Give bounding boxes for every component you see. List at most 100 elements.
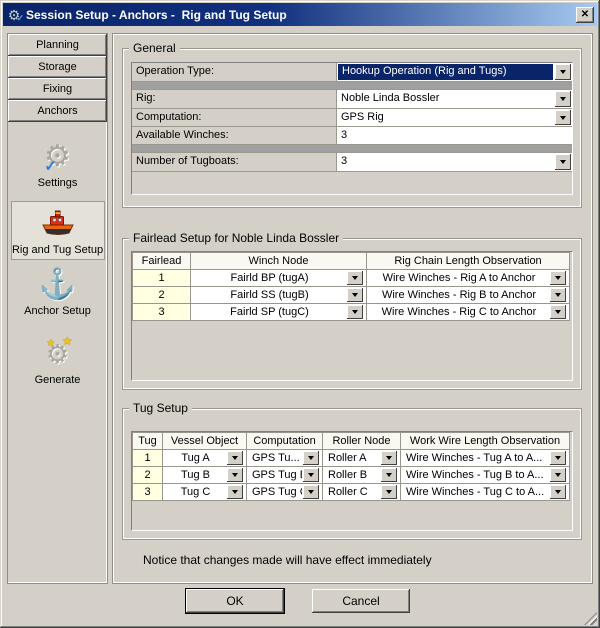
rig-chain-obs-col-header: Rig Chain Length Observation: [367, 253, 570, 270]
chevron-down-icon[interactable]: [347, 288, 363, 302]
chevron-down-icon[interactable]: [555, 110, 571, 125]
sidebar-item-label: Settings: [38, 177, 78, 189]
vessel-object-dropdown[interactable]: Tug C: [163, 484, 247, 501]
sidebar-item-settings[interactable]: ⚙ ✓ Settings: [11, 134, 105, 193]
roller-node-dropdown[interactable]: Roller A: [323, 450, 401, 467]
winch-node-dropdown[interactable]: Fairld SS (tugB): [191, 287, 367, 304]
rig-chain-obs-dropdown[interactable]: Wire Winches - Rig B to Anchor: [367, 287, 570, 304]
chevron-down-icon[interactable]: [550, 451, 566, 465]
tug-row: 3 Tug C GPS Tug C Roller C Wire Winches …: [133, 484, 570, 501]
cancel-button[interactable]: Cancel: [312, 589, 410, 613]
vessel-object-dropdown[interactable]: Tug B: [163, 467, 247, 484]
general-group-title: General: [129, 41, 180, 55]
number-of-tugboats-value: 3: [337, 153, 554, 171]
operation-type-value: Hookup Operation (Rig and Tugs): [338, 64, 553, 80]
sidebar-item-label: Anchor Setup: [24, 305, 91, 317]
work-wire-obs-col-header: Work Wire Length Observation: [401, 433, 570, 450]
operation-type-dropdown[interactable]: Hookup Operation (Rig and Tugs): [337, 63, 572, 81]
gear-stars-icon: ⚙ ★ ★: [46, 336, 69, 372]
sidebar: Planning Storage Fixing Anchors ⚙ ✓ Sett…: [7, 33, 108, 584]
notice-text: Notice that changes made will have effec…: [143, 553, 432, 567]
fairlead-row: 1 Fairld BP (tugA) Wire Winches - Rig A …: [133, 270, 570, 287]
fairlead-number: 3: [133, 304, 191, 321]
tug-number: 1: [133, 450, 163, 467]
roller-node-dropdown[interactable]: Roller C: [323, 484, 401, 501]
work-wire-obs-dropdown[interactable]: Wire Winches - Tug C to A...: [401, 484, 570, 501]
tug-col-header: Tug: [133, 433, 163, 450]
main-panel: General Operation Type: Hookup Operation…: [112, 33, 593, 584]
sidebar-tab-anchors[interactable]: Anchors: [8, 100, 107, 122]
chevron-down-icon[interactable]: [381, 468, 397, 482]
chevron-down-icon[interactable]: [227, 485, 243, 499]
close-button[interactable]: ✕: [576, 7, 594, 23]
chevron-down-icon[interactable]: [550, 468, 566, 482]
sidebar-tab-fixing[interactable]: Fixing: [8, 78, 107, 100]
gear-check-accent-icon: ✓: [16, 10, 24, 26]
computation-dropdown[interactable]: GPS Rig: [337, 109, 572, 126]
sidebar-tab-planning[interactable]: Planning: [8, 34, 107, 56]
tug-table: Tug Vessel Object Computation Roller Nod…: [132, 432, 570, 501]
tug-row: 1 Tug A GPS Tu... Roller A Wire Winches …: [133, 450, 570, 467]
fairlead-group-title: Fairlead Setup for Noble Linda Bossler: [129, 231, 343, 245]
fairlead-group: Fairlead Setup for Noble Linda Bossler F…: [122, 238, 582, 390]
tug-computation-dropdown[interactable]: GPS Tug B: [247, 467, 323, 484]
ok-button[interactable]: OK: [186, 589, 284, 613]
chevron-down-icon[interactable]: [381, 485, 397, 499]
winch-node-dropdown[interactable]: Fairld SP (tugC): [191, 304, 367, 321]
tug-row: 2 Tug B GPS Tug B Roller B Wire Winches …: [133, 467, 570, 484]
chevron-down-icon[interactable]: [550, 271, 566, 285]
winch-node-dropdown[interactable]: Fairld BP (tugA): [191, 270, 367, 287]
vessel-object-dropdown[interactable]: Tug A: [163, 450, 247, 467]
tug-group-title: Tug Setup: [129, 401, 192, 415]
resize-grip[interactable]: [584, 612, 597, 625]
tug-number: 2: [133, 467, 163, 484]
number-of-tugboats-label: Number of Tugboats:: [132, 153, 337, 171]
app-gear-icon[interactable]: ⚙ ✓: [6, 7, 22, 23]
rig-chain-obs-dropdown[interactable]: Wire Winches - Rig C to Anchor: [367, 304, 570, 321]
number-of-tugboats-dropdown[interactable]: 3: [337, 153, 572, 171]
chevron-down-icon[interactable]: [227, 451, 243, 465]
chevron-down-icon[interactable]: [303, 468, 319, 482]
chevron-down-icon[interactable]: [555, 91, 571, 107]
rig-chain-obs-dropdown[interactable]: Wire Winches - Rig A to Anchor: [367, 270, 570, 287]
roller-node-dropdown[interactable]: Roller B: [323, 467, 401, 484]
work-wire-obs-dropdown[interactable]: Wire Winches - Tug A to A...: [401, 450, 570, 467]
available-winches-field[interactable]: 3: [337, 127, 572, 144]
rig-dropdown[interactable]: Noble Linda Bossler: [337, 90, 572, 108]
vessel-object-col-header: Vessel Object: [163, 433, 247, 450]
fairlead-col-header: Fairlead: [133, 253, 191, 270]
rig-row: Rig: Noble Linda Bossler: [132, 90, 572, 109]
sidebar-item-anchor-setup[interactable]: ⚓ Anchor Setup: [11, 262, 105, 321]
chevron-down-icon[interactable]: [347, 305, 363, 319]
sidebar-item-generate[interactable]: ⚙ ★ ★ Generate: [11, 331, 105, 390]
chevron-down-icon[interactable]: [303, 451, 319, 465]
work-wire-obs-dropdown[interactable]: Wire Winches - Tug B to A...: [401, 467, 570, 484]
computation-value: GPS Rig: [337, 109, 554, 126]
chevron-down-icon[interactable]: [555, 64, 571, 80]
winch-node-col-header: Winch Node: [191, 253, 367, 270]
session-setup-dialog: ⚙ ✓ Session Setup - Anchors - Rig and Tu…: [0, 0, 600, 628]
operation-type-label: Operation Type:: [132, 63, 337, 81]
fairlead-table-panel: Fairlead Winch Node Rig Chain Length Obs…: [131, 251, 573, 381]
chevron-down-icon[interactable]: [347, 271, 363, 285]
tug-computation-dropdown[interactable]: GPS Tug C: [247, 484, 323, 501]
tug-number: 3: [133, 484, 163, 501]
chevron-down-icon[interactable]: [303, 485, 319, 499]
chevron-down-icon[interactable]: [550, 288, 566, 302]
chevron-down-icon[interactable]: [381, 451, 397, 465]
general-group: General Operation Type: Hookup Operation…: [122, 48, 582, 208]
tug-table-panel: Tug Vessel Object Computation Roller Nod…: [131, 431, 573, 531]
anchor-icon: ⚓: [39, 267, 76, 303]
tug-group: Tug Setup Tug Vessel Object Computation …: [122, 408, 582, 540]
sidebar-item-rig-and-tug-setup[interactable]: Rig and Tug Setup: [11, 201, 105, 260]
chevron-down-icon[interactable]: [555, 154, 571, 170]
chevron-down-icon[interactable]: [227, 468, 243, 482]
chevron-down-icon[interactable]: [550, 305, 566, 319]
sidebar-item-label: Generate: [35, 374, 81, 386]
sidebar-tab-storage[interactable]: Storage: [8, 56, 107, 78]
tug-computation-dropdown[interactable]: GPS Tu...: [247, 450, 323, 467]
tug-header-row: Tug Vessel Object Computation Roller Nod…: [133, 433, 570, 450]
titlebar[interactable]: ⚙ ✓ Session Setup - Anchors - Rig and Tu…: [3, 3, 597, 26]
chevron-down-icon[interactable]: [550, 485, 566, 499]
rig-label: Rig:: [132, 90, 337, 108]
